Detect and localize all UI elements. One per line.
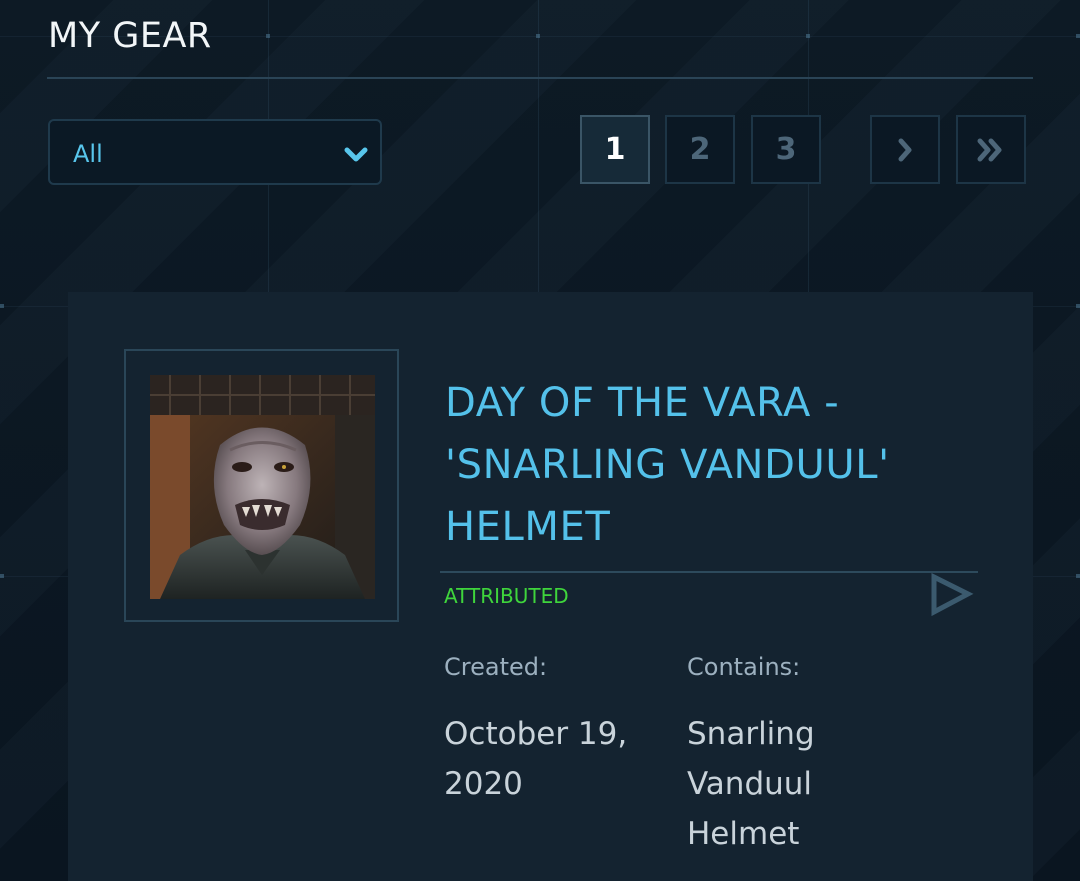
grid-dot (806, 34, 810, 38)
filter-selected-value: All (73, 140, 103, 168)
item-divider (440, 571, 978, 573)
item-title-line: 'SNARLING VANDUUL' (445, 442, 890, 488)
chevron-right-icon (898, 138, 912, 161)
next-page-button[interactable] (870, 115, 940, 184)
created-label: Created: (444, 653, 548, 681)
contains-value: Snarling Vanduul Helmet (687, 709, 815, 859)
contains-label: Contains: (687, 653, 801, 681)
grid-dot (1076, 34, 1080, 38)
gear-item-card: DAY OF THE VARA - 'SNARLING VANDUUL' HEL… (68, 292, 1033, 881)
last-page-button[interactable] (956, 115, 1026, 184)
grid-dot (0, 304, 4, 308)
item-thumbnail-frame[interactable] (124, 349, 399, 622)
created-value-line: October 19, (444, 716, 628, 752)
grid-dot (266, 34, 270, 38)
item-title-line: HELMET (445, 504, 611, 550)
page-title: MY GEAR (48, 16, 212, 56)
created-value-line: 2020 (444, 766, 523, 802)
item-title-line: DAY OF THE VARA - (445, 380, 840, 426)
contains-value-line: Snarling (687, 716, 815, 752)
page-button-2[interactable]: 2 (665, 115, 735, 184)
contains-value-line: Helmet (687, 816, 800, 852)
page-button-1[interactable]: 1 (580, 115, 650, 184)
grid-dot (0, 574, 4, 578)
grid-dot (536, 34, 540, 38)
item-title[interactable]: DAY OF THE VARA - 'SNARLING VANDUUL' HEL… (445, 372, 945, 558)
grid-dot (1076, 304, 1080, 308)
item-thumbnail (150, 375, 375, 599)
header-divider (47, 77, 1033, 79)
status-badge: ATTRIBUTED (444, 584, 569, 608)
page-button-3[interactable]: 3 (751, 115, 821, 184)
chevron-down-icon (344, 147, 368, 162)
created-value: October 19, 2020 (444, 709, 627, 809)
play-triangle-icon[interactable] (928, 572, 978, 622)
gear-filter-select[interactable]: All (48, 119, 382, 185)
contains-value-line: Vanduul (687, 766, 813, 802)
double-chevron-right-icon (977, 138, 1002, 161)
grid-dot (1076, 574, 1080, 578)
